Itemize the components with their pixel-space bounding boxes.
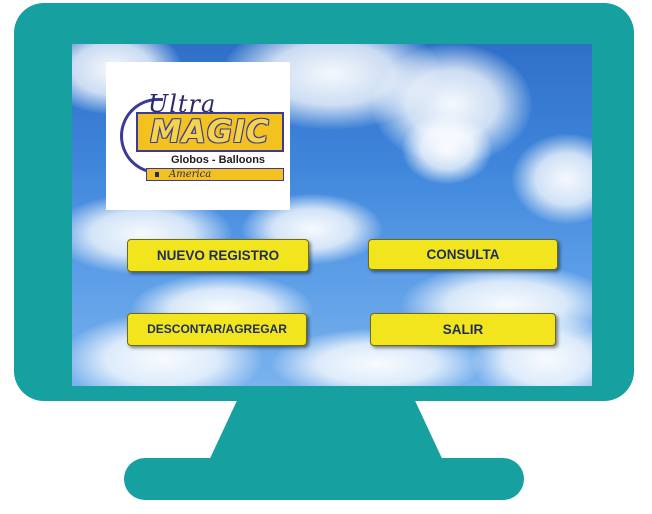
salir-button[interactable]: SALIR: [370, 313, 556, 346]
cloud: [402, 114, 492, 184]
logo-region-banner: America: [146, 168, 284, 181]
monitor-stand-base: [124, 458, 524, 500]
logo-magic-text: MAGIC: [136, 112, 284, 152]
logo-tagline: Globos - Balloons: [170, 154, 266, 166]
cloud: [512, 134, 592, 224]
descontar-agregar-button[interactable]: DESCONTAR/AGREGAR: [127, 313, 307, 346]
nuevo-registro-button[interactable]: NUEVO REGISTRO: [127, 239, 309, 272]
ultramagic-logo: Ultra MAGIC Globos - Balloons America: [106, 62, 290, 210]
consulta-button[interactable]: CONSULTA: [368, 239, 558, 270]
monitor-illustration: Ultra MAGIC Globos - Balloons America NU…: [0, 0, 652, 514]
monitor-stand-neck: [206, 395, 446, 467]
